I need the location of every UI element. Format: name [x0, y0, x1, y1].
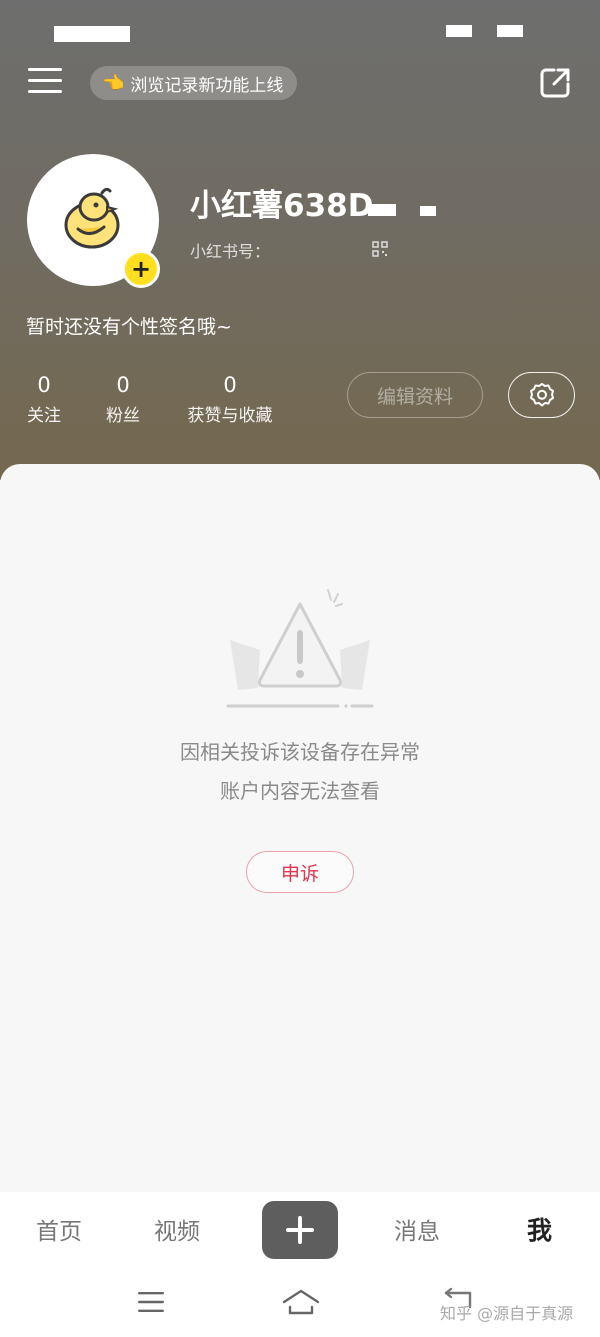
- publish-button[interactable]: [262, 1201, 338, 1259]
- following-stat[interactable]: 0 关注: [24, 372, 64, 428]
- followers-label: 粉丝: [106, 406, 140, 426]
- qr-code-icon[interactable]: [372, 241, 388, 257]
- home-icon[interactable]: [281, 1287, 321, 1317]
- content-card: [0, 464, 600, 1194]
- error-message-line2: 账户内容无法查看: [220, 779, 380, 803]
- followers-count: 0: [116, 373, 130, 397]
- plus-icon: [286, 1216, 314, 1244]
- username: 小红薯638D: [190, 188, 374, 224]
- warning-icon: [220, 580, 380, 710]
- watermark: 知乎 @源自于真源: [440, 1304, 574, 1323]
- likes-stat[interactable]: 0 获赞与收藏: [182, 372, 278, 428]
- following-label: 关注: [27, 406, 61, 426]
- status-bar-redacted: [497, 25, 523, 37]
- user-id-label: 小红书号：: [190, 242, 271, 261]
- share-icon[interactable]: [538, 66, 572, 100]
- gear-icon: [529, 383, 554, 407]
- likes-count: 0: [223, 373, 237, 397]
- tab-video[interactable]: 视频: [154, 1212, 200, 1246]
- edit-profile-button[interactable]: 编辑资料: [347, 372, 483, 418]
- username-redacted: [420, 206, 436, 216]
- browse-history-notice[interactable]: 👈 浏览记录新功能上线: [90, 66, 298, 100]
- status-bar-redacted: [54, 26, 130, 42]
- status-bar-redacted: [446, 25, 472, 37]
- recent-apps-icon[interactable]: [136, 1289, 166, 1315]
- followers-stat[interactable]: 0 粉丝: [103, 372, 143, 428]
- notice-text: 浏览记录新功能上线: [130, 75, 284, 96]
- add-avatar-button[interactable]: +: [122, 250, 160, 288]
- tab-messages[interactable]: 消息: [394, 1212, 440, 1246]
- menu-icon[interactable]: [28, 68, 62, 98]
- bio: 暂时还没有个性签名哦~: [26, 316, 232, 338]
- likes-label: 获赞与收藏: [187, 406, 273, 426]
- settings-button[interactable]: [508, 372, 575, 418]
- error-message-line1: 因相关投诉该设备存在异常: [180, 740, 420, 764]
- username-redacted: [368, 204, 396, 216]
- chick-icon: [64, 187, 120, 249]
- appeal-button[interactable]: 申诉: [246, 851, 354, 893]
- tab-home[interactable]: 首页: [36, 1212, 82, 1246]
- pointing-hand-icon: 👈: [102, 72, 125, 94]
- following-count: 0: [37, 373, 51, 397]
- tab-me[interactable]: 我: [527, 1211, 552, 1247]
